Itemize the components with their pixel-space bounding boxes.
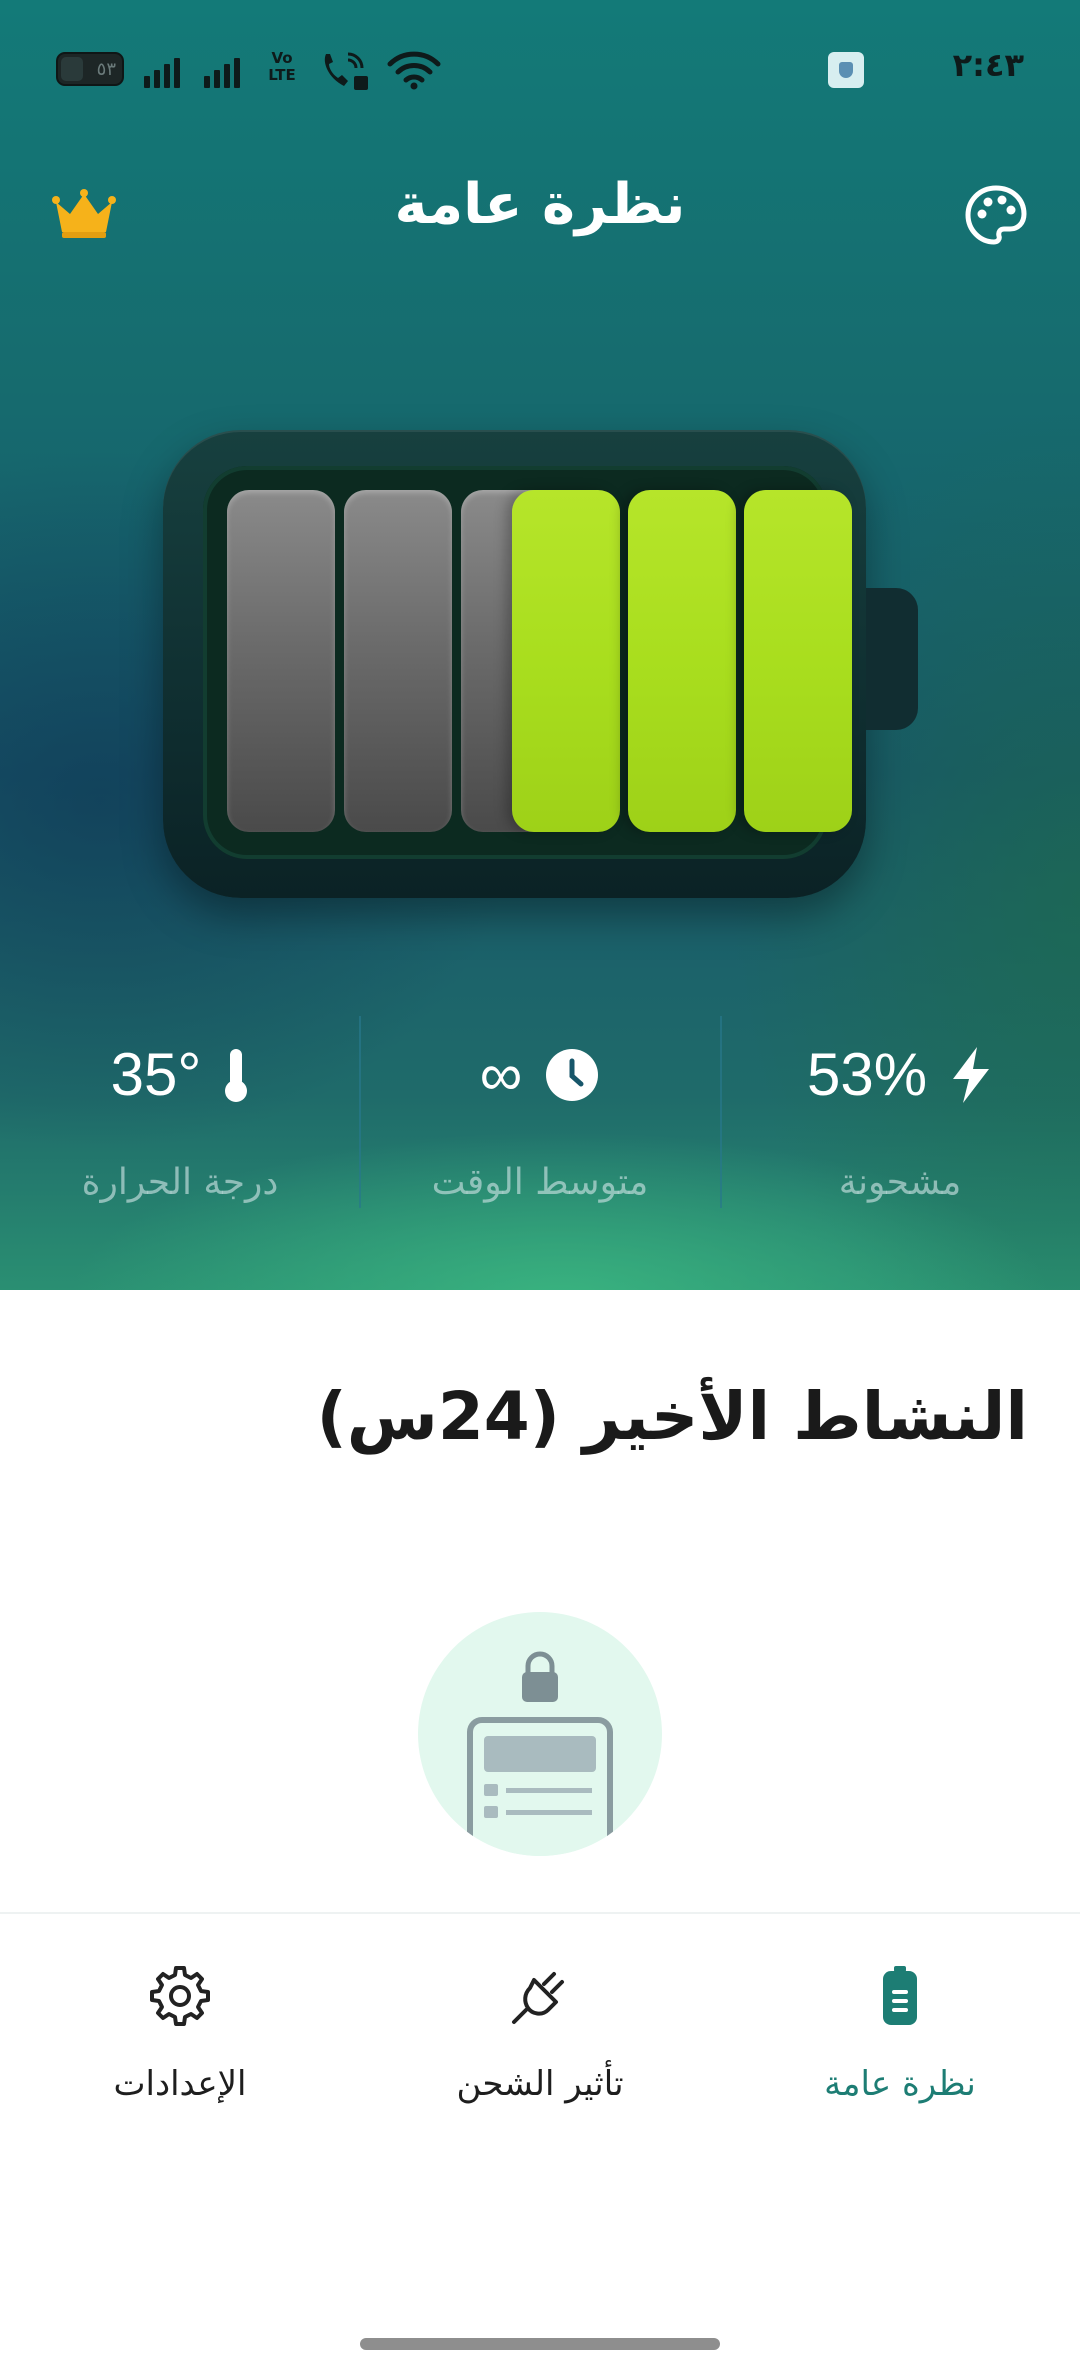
charged-label: مشحونة xyxy=(838,1162,962,1203)
volte-indicator: Vo LTE xyxy=(268,49,296,84)
home-indicator[interactable] xyxy=(360,2338,720,2350)
temperature-label: درجة الحرارة xyxy=(81,1162,279,1203)
nav-charging-effect[interactable]: تأثير الشحن xyxy=(360,1914,720,2114)
nav-charging-label: تأثير الشحن xyxy=(456,2064,624,2104)
temperature-value: 35° xyxy=(110,1041,202,1108)
nav-settings-label: الإعدادات xyxy=(113,2064,247,2104)
charged-value: 53% xyxy=(806,1041,928,1108)
palette-icon[interactable] xyxy=(964,184,1028,248)
stat-charged: 53% مشحونة xyxy=(720,1010,1080,1210)
battery-icon xyxy=(883,1966,917,2025)
hero-panel: ٥٣ Vo LTE ٢:٤٣ نظرة عامة 35° درجة الحرار… xyxy=(0,0,1080,1290)
status-battery-icon: ٥٣ xyxy=(56,52,124,86)
signal-icon xyxy=(144,54,188,88)
status-battery-level: ٥٣ xyxy=(96,59,116,80)
status-time: ٢:٤٣ xyxy=(952,46,1024,84)
lightning-icon xyxy=(953,1046,990,1103)
locked-content-illustration[interactable] xyxy=(418,1612,662,1856)
clock-icon xyxy=(546,1048,599,1101)
nav-overview[interactable]: نظرة عامة xyxy=(720,1914,1080,2114)
wifi-calling-icon xyxy=(324,52,368,90)
average-time-label: متوسط الوقت xyxy=(431,1162,649,1203)
lock-icon xyxy=(467,1651,613,1856)
recent-activity-title: النشاط الأخير (24س) xyxy=(316,1378,1028,1455)
battery-cell-charged xyxy=(628,490,736,832)
page-title: نظرة عامة xyxy=(394,172,686,237)
nav-settings[interactable]: الإعدادات xyxy=(0,1914,360,2114)
signal-icon-2 xyxy=(204,54,248,88)
battery-cell-empty xyxy=(227,490,335,832)
notification-app-icon xyxy=(828,52,864,88)
battery-terminal xyxy=(866,588,918,730)
stat-average-time: ∞ متوسط الوقت xyxy=(360,1010,720,1210)
status-bar: ٥٣ Vo LTE ٢:٤٣ xyxy=(56,40,1024,100)
gear-icon xyxy=(150,1966,210,2026)
battery-cell-charged xyxy=(744,490,852,832)
wifi-icon xyxy=(387,51,441,90)
nav-overview-label: نظرة عامة xyxy=(824,2064,976,2104)
plug-icon xyxy=(512,1972,564,2024)
average-time-value: ∞ xyxy=(479,1041,523,1108)
battery-cell-empty xyxy=(344,490,452,832)
battery-cell-charged xyxy=(512,490,620,832)
battery-cells xyxy=(227,490,852,832)
stat-temperature: 35° درجة الحرارة xyxy=(0,1010,360,1210)
bottom-navigation: الإعدادات تأثير الشحن نظرة عامة xyxy=(0,1912,1080,2152)
thermometer-icon xyxy=(225,1048,248,1102)
